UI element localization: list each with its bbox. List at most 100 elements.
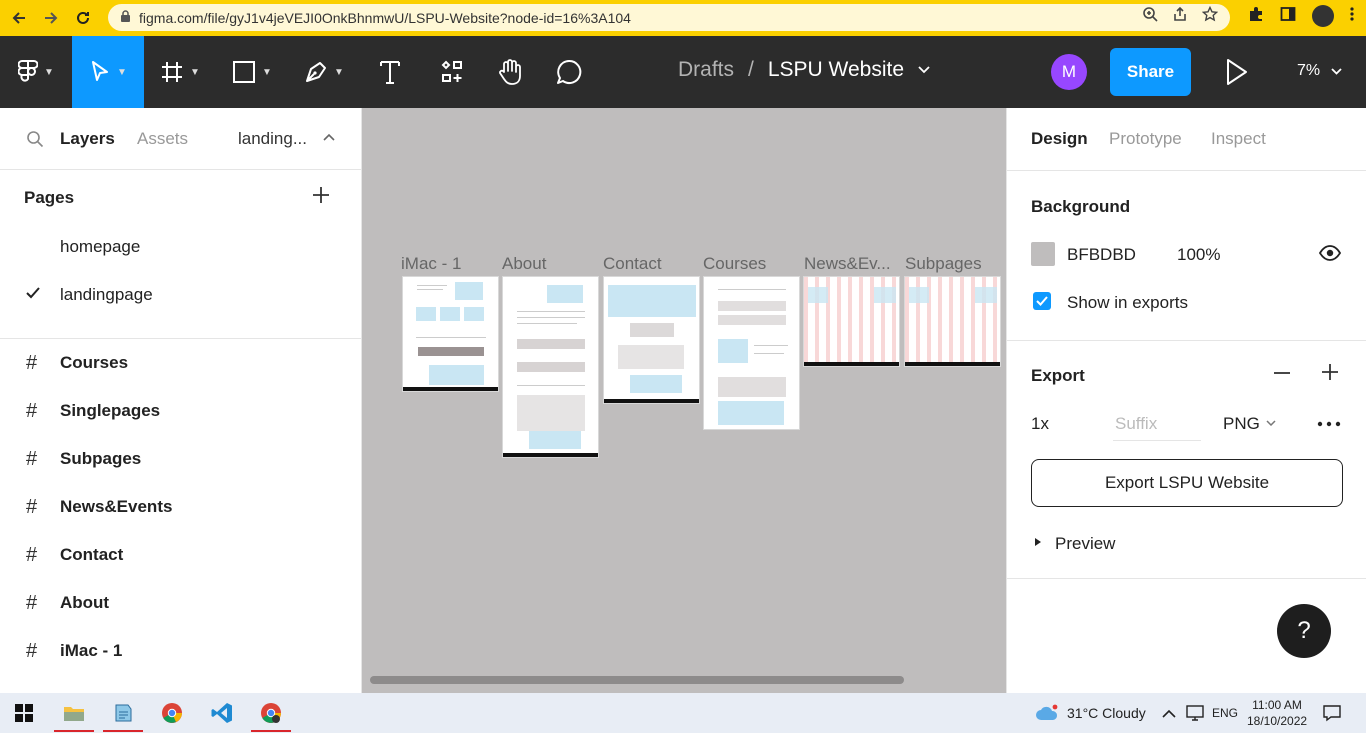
minus-icon [1274, 372, 1290, 374]
windows-logo-icon [15, 704, 33, 722]
zoom-icon[interactable] [1142, 6, 1158, 25]
export-suffix-input[interactable]: Suffix [1113, 407, 1201, 441]
frame-label-imac-1[interactable]: iMac - 1 [401, 254, 461, 274]
pages-header: Pages [24, 188, 75, 207]
weather-text: 31°C Cloudy [1067, 705, 1146, 721]
chevron-up-icon[interactable] [323, 130, 335, 144]
share-page-icon[interactable] [1172, 6, 1188, 25]
right-panel: Design Prototype Inspect Background BFBD… [1006, 108, 1366, 693]
frame-hash-icon: # [26, 351, 38, 374]
pen-tool-button[interactable]: ▼ [288, 36, 360, 108]
address-bar[interactable]: figma.com/file/gyJ1v4jeVEJI0OnkBhnmwU/LS… [108, 4, 1230, 31]
shape-tool-button[interactable]: ▼ [216, 36, 288, 108]
comment-tool-button[interactable] [540, 36, 598, 108]
frame-news-events[interactable] [803, 276, 900, 367]
page-item-landingpage[interactable]: landingpage [60, 285, 153, 305]
frame-label-about[interactable]: About [502, 254, 546, 274]
clock-time: 11:00 AM [1252, 698, 1302, 712]
weather-widget[interactable]: 31°C Cloudy [1035, 693, 1146, 733]
frame-courses[interactable] [703, 276, 800, 430]
user-avatar[interactable]: M [1051, 54, 1087, 90]
background-color-swatch[interactable] [1031, 242, 1055, 266]
frame-label-news-events[interactable]: News&Ev... [804, 254, 891, 274]
breadcrumb[interactable]: Drafts / LSPU Website [678, 58, 930, 82]
add-export-button[interactable] [1321, 360, 1339, 388]
more-dots-icon [1317, 421, 1341, 427]
search-icon[interactable] [26, 130, 44, 153]
notifications-button[interactable] [1323, 693, 1341, 733]
main-menu-button[interactable]: ▼ [0, 36, 72, 108]
frame-hash-icon: # [26, 495, 38, 518]
taskbar-chrome-profile[interactable] [251, 693, 291, 733]
profile-avatar[interactable] [1312, 5, 1334, 27]
frame-subpages[interactable] [904, 276, 1001, 367]
tab-layers[interactable]: Layers [60, 129, 115, 149]
bookmark-star-icon[interactable] [1201, 5, 1219, 25]
export-button[interactable]: Export LSPU Website [1031, 459, 1343, 507]
frame-tool-button[interactable]: ▼ [144, 36, 216, 108]
tray-network[interactable] [1186, 693, 1204, 733]
hand-tool-button[interactable] [480, 36, 540, 108]
taskbar-file-explorer[interactable] [54, 693, 94, 733]
eye-icon[interactable] [1318, 245, 1342, 266]
help-button[interactable]: ? [1277, 604, 1331, 658]
layer-row-subpages[interactable]: # Subpages [0, 439, 362, 479]
clock[interactable]: 11:00 AM 18/10/2022 [1247, 697, 1307, 729]
background-opacity-input[interactable]: 100% [1177, 245, 1220, 265]
text-tool-button[interactable] [360, 36, 420, 108]
canvas[interactable]: iMac - 1 About Contact Courses News&Ev..… [362, 108, 1006, 693]
frame-about[interactable] [502, 276, 599, 458]
export-format-select[interactable]: PNG [1223, 414, 1260, 434]
layer-row-about[interactable]: # About [0, 583, 362, 623]
current-page-selector[interactable]: landing... [238, 129, 307, 149]
frame-imac-1[interactable] [402, 276, 499, 392]
file-name[interactable]: LSPU Website [768, 58, 904, 82]
tab-design[interactable]: Design [1031, 129, 1088, 149]
tab-inspect[interactable]: Inspect [1211, 129, 1266, 149]
language-indicator[interactable]: ENG [1212, 693, 1238, 733]
frame-label-subpages[interactable]: Subpages [905, 254, 982, 274]
add-page-button[interactable] [312, 184, 330, 206]
resources-tool-button[interactable] [422, 36, 482, 108]
tab-assets[interactable]: Assets [137, 129, 188, 149]
plus-icon [313, 187, 329, 203]
layer-row-courses[interactable]: # Courses [0, 343, 362, 383]
puzzle-icon[interactable] [1248, 6, 1264, 26]
back-button[interactable] [6, 5, 32, 31]
preview-toggle[interactable]: Preview [1055, 534, 1115, 554]
zoom-dropdown[interactable]: 7% [1297, 62, 1342, 80]
taskbar-vscode[interactable] [202, 693, 242, 733]
layer-row-news-events[interactable]: # News&Events [0, 487, 362, 527]
taskbar-chrome[interactable] [152, 693, 192, 733]
remove-export-button[interactable] [1273, 362, 1291, 388]
side-panel-icon[interactable] [1280, 6, 1296, 26]
export-settings-more-button[interactable] [1317, 410, 1341, 433]
chevron-down-icon[interactable] [1266, 417, 1276, 429]
layer-row-singlepages[interactable]: # Singlepages [0, 391, 362, 431]
forward-button[interactable] [38, 5, 64, 31]
present-button[interactable] [1222, 56, 1250, 93]
frame-label-courses[interactable]: Courses [703, 254, 766, 274]
show-hidden-icons-button[interactable] [1162, 693, 1176, 733]
background-hex-input[interactable]: BFBDBD [1067, 245, 1136, 265]
canvas-horizontal-scrollbar[interactable] [370, 676, 904, 684]
caret-right-icon[interactable] [1034, 537, 1042, 550]
browser-bar: figma.com/file/gyJ1v4jeVEJI0OnkBhnmwU/LS… [0, 0, 1366, 36]
frame-label-contact[interactable]: Contact [603, 254, 662, 274]
move-tool-button[interactable]: ▼ [72, 36, 144, 108]
tab-prototype[interactable]: Prototype [1109, 129, 1182, 149]
start-button[interactable] [4, 693, 44, 733]
share-button[interactable]: Share [1110, 48, 1191, 96]
kebab-menu-icon[interactable] [1350, 6, 1354, 26]
reload-button[interactable] [70, 5, 96, 31]
show-in-exports-checkbox[interactable] [1033, 292, 1051, 310]
chevron-down-icon[interactable] [918, 63, 930, 77]
breadcrumb-folder[interactable]: Drafts [678, 58, 734, 82]
taskbar-notepad[interactable] [103, 693, 143, 733]
layer-row-contact[interactable]: # Contact [0, 535, 362, 575]
pages-divider [0, 338, 362, 339]
page-item-homepage[interactable]: homepage [60, 237, 140, 257]
layer-row-imac-1[interactable]: # iMac - 1 [0, 631, 362, 671]
export-scale-select[interactable]: 1x [1031, 414, 1049, 434]
frame-contact[interactable] [603, 276, 700, 404]
